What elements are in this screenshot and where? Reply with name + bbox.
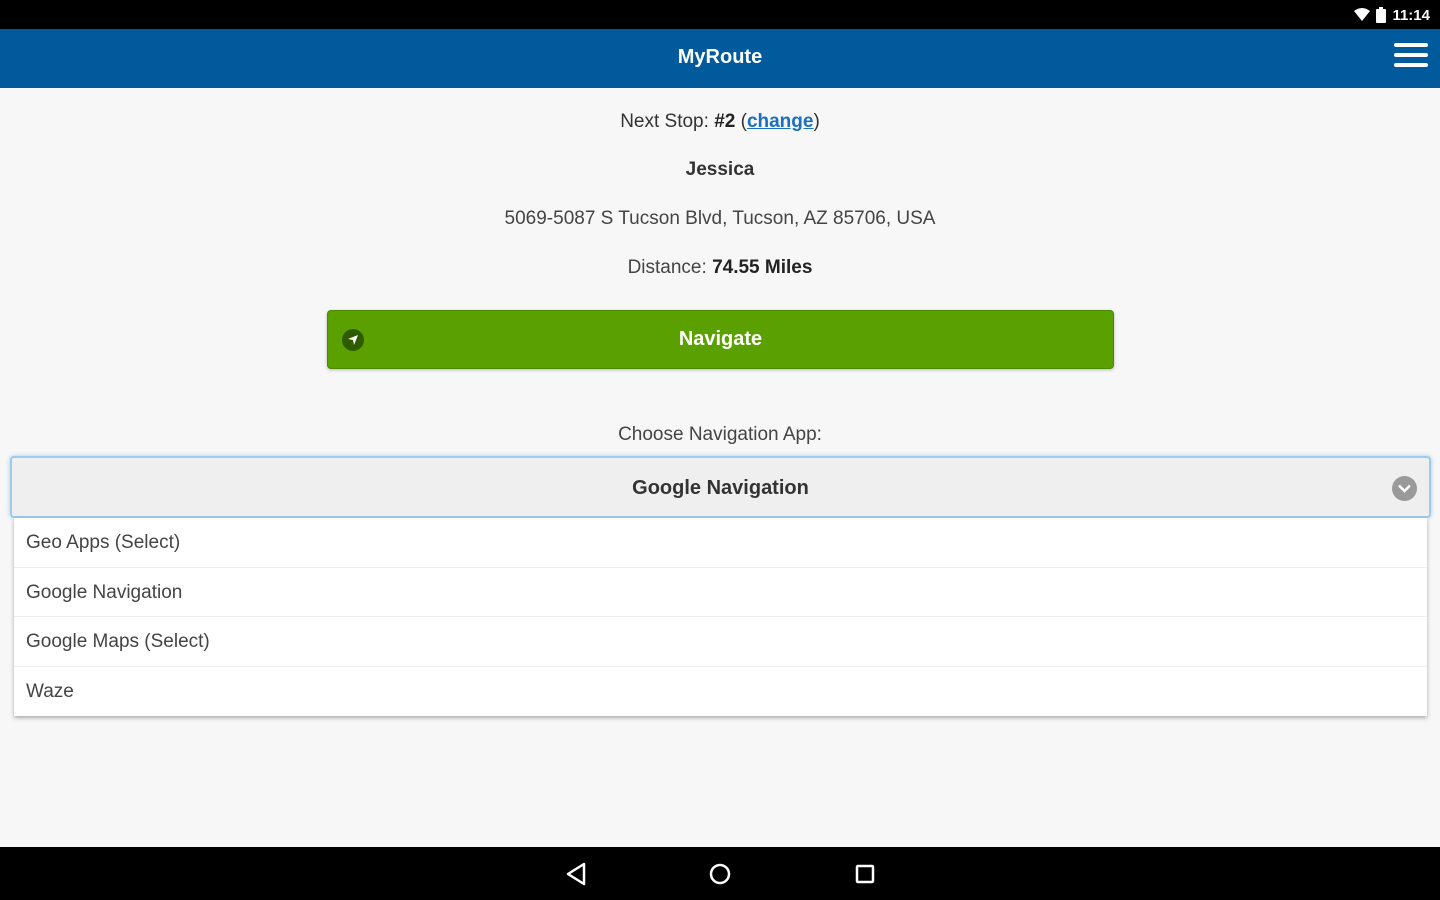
distance-line: Distance: 74.55 Miles xyxy=(0,257,1440,279)
navigate-button-label: Navigate xyxy=(678,328,763,350)
next-stop-line: Next Stop: #2 (change) xyxy=(620,111,820,132)
dropdown-option-google-navigation[interactable]: Google Navigation xyxy=(14,568,1427,617)
distance-label: Distance: xyxy=(627,257,713,278)
dropdown-option-geo-apps[interactable]: Geo Apps (Select) xyxy=(14,518,1427,568)
next-stop-number: #2 xyxy=(714,111,736,132)
choose-nav-app-label: Choose Navigation App: xyxy=(618,424,822,445)
chevron-down-icon xyxy=(1392,476,1417,501)
wifi-icon xyxy=(1354,8,1371,21)
stop-address: 5069-5087 S Tucson Blvd, Tucson, AZ 8570… xyxy=(504,208,936,229)
app-title: MyRoute xyxy=(677,46,763,68)
recents-button[interactable] xyxy=(851,860,879,888)
back-icon xyxy=(566,862,586,886)
navigate-button[interactable]: Navigate xyxy=(327,310,1114,369)
hamburger-menu-icon xyxy=(1394,43,1428,47)
status-icons: 11:14 xyxy=(1354,5,1430,25)
battery-icon xyxy=(1376,7,1387,23)
navigation-arrow-icon xyxy=(342,329,364,351)
dropdown-option-waze[interactable]: Waze xyxy=(14,667,1427,717)
nav-app-selected-value: Google Navigation xyxy=(632,477,809,499)
change-stop-link[interactable]: change xyxy=(747,111,814,132)
status-time: 11:14 xyxy=(1392,6,1430,24)
nav-app-dropdown-list: Geo Apps (Select) Google Navigation Goog… xyxy=(14,518,1427,716)
dropdown-option-google-maps[interactable]: Google Maps (Select) xyxy=(14,617,1427,667)
nav-app-select[interactable]: Google Navigation xyxy=(10,456,1431,518)
recents-icon xyxy=(855,864,875,884)
back-button[interactable] xyxy=(562,860,590,888)
home-button[interactable] xyxy=(706,860,734,888)
system-nav-bar xyxy=(0,847,1440,900)
distance-value: 74.55 Miles xyxy=(712,257,813,278)
status-bar: 11:14 xyxy=(0,0,1440,29)
hamburger-menu-button[interactable] xyxy=(1394,43,1428,73)
app-header: MyRoute xyxy=(0,29,1440,88)
home-icon xyxy=(709,863,731,885)
stop-name: Jessica xyxy=(685,159,755,180)
next-stop-label: Next Stop: xyxy=(620,111,715,132)
